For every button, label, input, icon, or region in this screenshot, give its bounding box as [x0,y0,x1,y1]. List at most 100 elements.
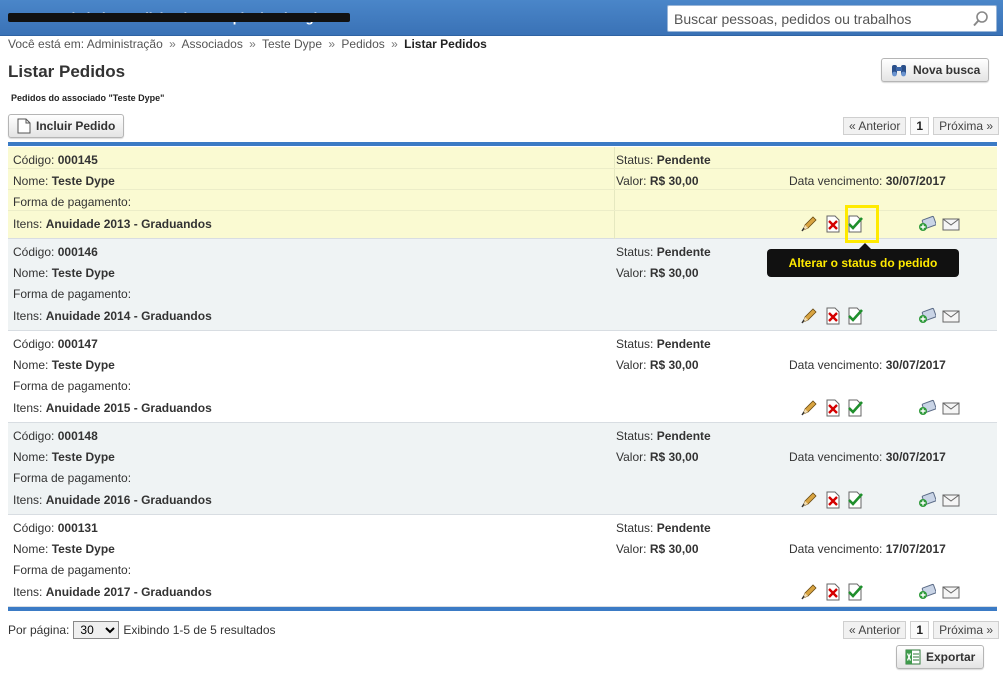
check-icon[interactable] [846,399,864,417]
order-payment: Forma de pagamento: [13,563,131,577]
order-status: Status: Pendente [616,337,711,351]
search-icon[interactable] [972,10,990,28]
order-payment: Forma de pagamento: [13,471,131,485]
order-code: Código: 000146 [13,245,98,259]
order-due-date: Data vencimento: 17/07/2017 [789,542,946,556]
pager-current-page[interactable]: 1 [910,117,930,135]
order-value: Valor: R$ 30,00 [616,174,699,188]
list-bottom-border [8,607,997,611]
order-value: Valor: R$ 30,00 [616,266,699,280]
pencil-icon[interactable] [800,307,818,325]
delete-icon[interactable] [824,583,842,601]
new-search-button[interactable]: Nova busca [881,58,990,82]
delete-icon[interactable] [824,215,842,233]
order-value: Valor: R$ 30,00 [616,542,699,556]
order-due-date-value: 17/07/2017 [885,542,946,556]
pager-prev-button[interactable]: « Anterior [843,621,907,639]
order-payment: Forma de pagamento: [13,287,131,301]
payment-icon[interactable] [918,399,937,417]
payment-icon[interactable] [918,583,937,601]
search-box[interactable] [667,5,997,32]
binoculars-icon [892,65,906,77]
order-status: Status: Pendente [616,245,711,259]
pencil-icon[interactable] [800,583,818,601]
payment-icon[interactable] [918,491,937,509]
order-due-date-label: Data vencimento: [789,542,883,556]
order-items: Itens: Anuidade 2017 - Graduandos [13,585,212,599]
delete-icon[interactable] [824,491,842,509]
top-bar: SBG - Sociedade Brasileira de Exemplo de… [0,0,1003,36]
order-due-date-label: Data vencimento: [789,174,883,188]
check-icon[interactable] [846,583,864,601]
pencil-icon[interactable] [800,215,818,233]
breadcrumb-item-associados[interactable]: Associados [181,37,242,51]
email-icon[interactable] [942,307,960,325]
breadcrumb-current: Listar Pedidos [404,37,487,51]
check-icon[interactable] [846,307,864,325]
order-items-value: Anuidade 2013 - Graduandos [45,217,212,231]
order-due-date-label: Data vencimento: [789,450,883,464]
delete-icon[interactable] [824,307,842,325]
email-icon[interactable] [942,583,960,601]
order-name-value: Teste Dype [51,358,115,372]
export-button[interactable]: Exportar [896,645,985,669]
order-items-label: Itens: [13,217,43,231]
order-row: Código: 000147 Nome: Teste Dype Forma de p… [8,331,997,423]
order-status-value: Pendente [656,429,711,443]
order-status-value: Pendente [656,337,711,351]
pager-current-page[interactable]: 1 [910,621,930,639]
email-icon[interactable] [942,215,960,233]
redaction-bar [8,13,350,22]
order-due-date: Data vencimento: 30/07/2017 [789,358,946,372]
pager-next-button[interactable]: Próxima » [933,621,1000,639]
order-code-label: Código: [13,521,55,535]
breadcrumb-item-teste-dype[interactable]: Teste Dype [262,37,322,51]
email-icon[interactable] [942,399,960,417]
order-due-date-value: 30/07/2017 [885,450,946,464]
order-status-label: Status: [616,521,654,535]
new-document-icon [17,118,31,134]
order-name: Nome: Teste Dype [13,450,115,464]
order-status: Status: Pendente [616,153,711,167]
order-name-value: Teste Dype [51,450,115,464]
check-icon[interactable] [846,491,864,509]
order-items: Itens: Anuidade 2013 - Graduandos [13,217,212,231]
breadcrumb-separator: » [391,37,398,51]
order-due-date-value: 30/07/2017 [885,174,946,188]
pencil-icon[interactable] [800,491,818,509]
order-name-value: Teste Dype [51,266,115,280]
footer-controls: Por página: 30 Exibindo 1-5 de 5 resulta… [8,621,276,639]
row-divider [8,189,997,190]
order-items-value: Anuidade 2017 - Graduandos [45,585,212,599]
order-items-value: Anuidade 2016 - Graduandos [45,493,212,507]
pencil-icon[interactable] [800,399,818,417]
pager-prev-button[interactable]: « Anterior [843,117,907,135]
pager-next-button[interactable]: Próxima » [933,117,1000,135]
order-code-value: 000148 [57,429,98,443]
search-input[interactable] [668,6,958,31]
order-row: Código: 000148 Nome: Teste Dype Forma de p… [8,423,997,515]
order-items: Itens: Anuidade 2015 - Graduandos [13,401,212,415]
delete-icon[interactable] [824,399,842,417]
order-status-label: Status: [616,429,654,443]
breadcrumb-item-pedidos[interactable]: Pedidos [341,37,384,51]
order-value: Valor: R$ 30,00 [616,450,699,464]
order-items-value: Anuidade 2015 - Graduandos [45,401,212,415]
order-value-value: R$ 30,00 [649,174,699,188]
email-icon[interactable] [942,491,960,509]
payment-icon[interactable] [918,215,937,233]
payment-icon[interactable] [918,307,937,325]
per-page-select[interactable]: 30 [73,621,120,639]
order-payment-label: Forma de pagamento: [13,195,132,209]
order-value-label: Valor: [616,542,647,556]
breadcrumb-item-administracao[interactable]: Administração [87,37,163,51]
order-name-label: Nome: [13,266,49,280]
order-code-value: 000147 [57,337,98,351]
add-order-button[interactable]: Incluir Pedido [8,114,125,138]
order-status-label: Status: [616,245,654,259]
order-items-label: Itens: [13,401,43,415]
order-status-value: Pendente [656,153,711,167]
order-value-value: R$ 30,00 [649,266,699,280]
order-name-value: Teste Dype [51,174,115,188]
breadcrumb-separator: » [249,37,256,51]
